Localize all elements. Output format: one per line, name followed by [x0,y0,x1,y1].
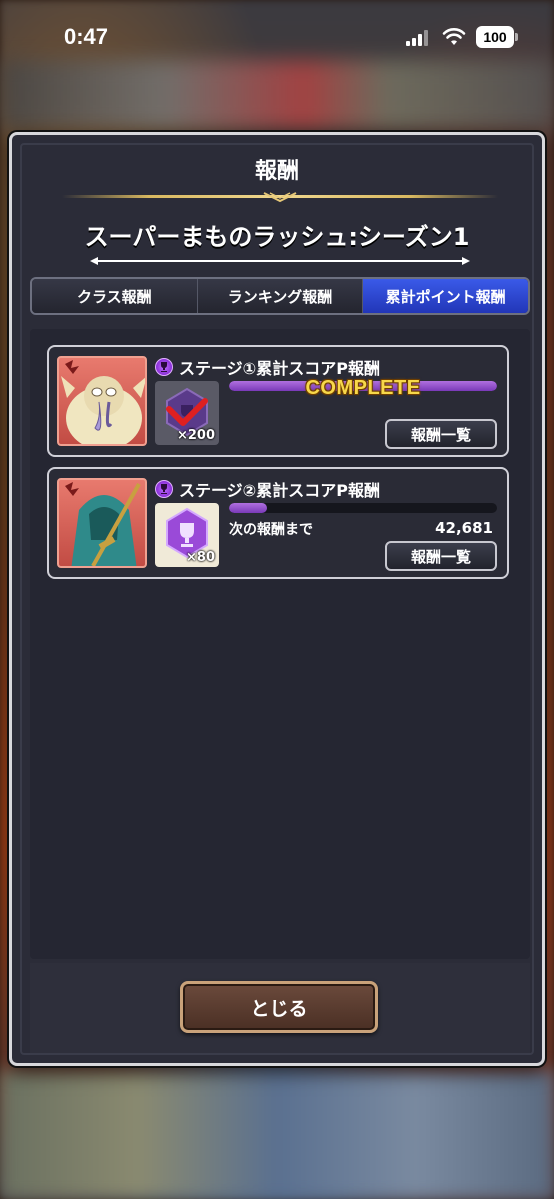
cellular-signal-icon [406,30,432,46]
tab-ranking-reward[interactable]: ランキング報酬 [197,279,364,313]
reward-quantity: ×200 [176,428,215,443]
battery-icon: 100 [476,26,514,48]
close-button[interactable]: とじる [180,981,378,1033]
divider-ornament-icon [263,192,297,203]
reward-dialog: 報酬 スーパーまものラッシュ:シーズン1 クラス報酬 ランキング報酬 累計ポイン… [9,132,545,1066]
reward-list[interactable]: ステージ①累計スコアP報酬 ×200 COMPLETE 報酬一覧 ステージ②累計… [30,329,530,959]
monster-portrait-cloaked-knight [57,478,147,568]
double-arrow-icon [90,257,470,265]
reward-quantity: ×80 [186,550,215,565]
cloaked-knight-monster-icon [65,482,141,566]
progress-fill-stage2 [229,503,267,513]
monster-portrait-yeti [57,356,147,446]
next-reward-points: 42,681 [435,519,493,537]
complete-label: COMPLETE [305,377,421,399]
trophy-icon [155,480,173,498]
tab-class-reward[interactable]: クラス報酬 [32,279,198,313]
next-reward-label: 次の報酬まで [229,522,313,538]
card-title-row: ステージ①累計スコアP報酬 [155,355,380,379]
tab-cumulative-points-reward[interactable]: 累計ポイント報酬 [363,279,528,313]
reward-list-button[interactable]: 報酬一覧 [385,419,497,449]
yeti-monster-icon [61,360,145,444]
status-time: 0:47 [64,24,109,49]
wifi-icon [442,28,466,45]
trophy-icon [155,358,173,376]
reward-title: ステージ①累計スコアP報酬 [179,359,380,378]
reward-card-stage2: ステージ②累計スコアP報酬 ×80 次の報酬まで 42,681 報酬一覧 [47,467,509,579]
reward-list-button[interactable]: 報酬一覧 [385,541,497,571]
progress-bar [229,503,497,513]
blurred-bottom-band [0,1070,554,1199]
dialog-title: 報酬 [254,159,299,184]
season-title: スーパーまものラッシュ:シーズン1 [84,223,470,251]
status-bar: 0:47 100 [0,0,554,72]
reward-item-medal: ×80 [155,503,219,567]
reward-item-medal-claimed: ×200 [155,381,219,445]
reward-title: ステージ②累計スコアP報酬 [179,481,380,500]
battery-tip [515,33,518,41]
reward-tabs: クラス報酬 ランキング報酬 累計ポイント報酬 [30,277,530,315]
reward-card-stage1: ステージ①累計スコアP報酬 ×200 COMPLETE 報酬一覧 [47,345,509,457]
card-title-row: ステージ②累計スコアP報酬 [155,477,380,501]
